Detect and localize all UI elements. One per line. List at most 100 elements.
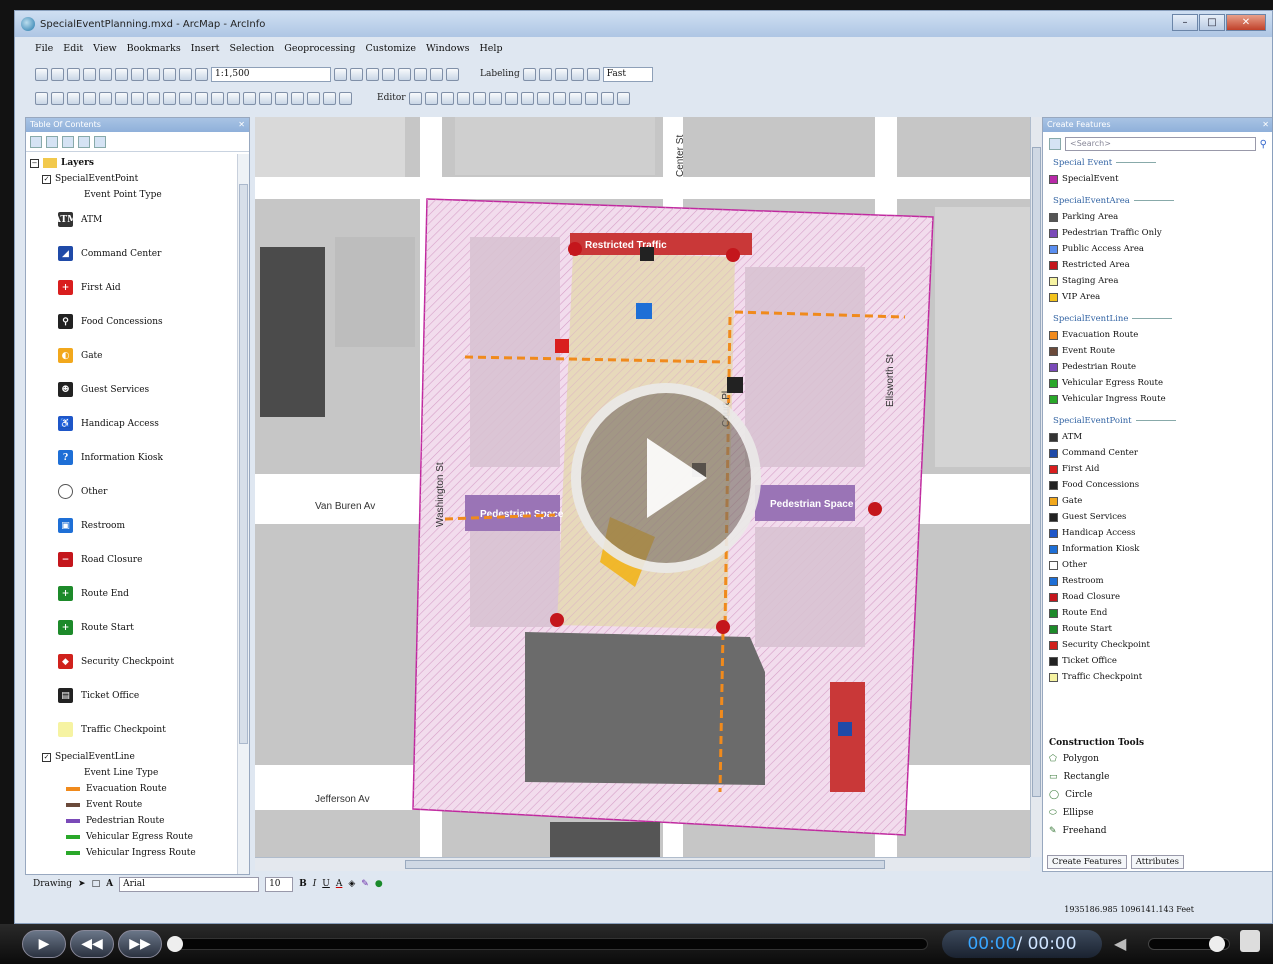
- find-route-icon[interactable]: [291, 91, 304, 105]
- edit-tool-icon[interactable]: [408, 91, 422, 105]
- split-tool-icon[interactable]: [552, 91, 566, 105]
- list-by-drawing-order-icon[interactable]: [30, 135, 42, 148]
- template-item[interactable]: Evacuation Route: [1049, 330, 1138, 340]
- map-vscroll-thumb[interactable]: [1032, 147, 1041, 797]
- paste-icon[interactable]: [131, 67, 144, 81]
- template-item[interactable]: Pedestrian Traffic Only: [1049, 228, 1162, 238]
- forward-extent-icon[interactable]: [147, 91, 160, 105]
- template-item[interactable]: Public Access Area: [1049, 244, 1144, 254]
- python-window-icon[interactable]: [414, 67, 427, 81]
- font-color-icon[interactable]: A: [336, 879, 343, 889]
- template-item[interactable]: Vehicular Ingress Route: [1049, 394, 1166, 404]
- editor-menu[interactable]: Editor: [377, 93, 406, 103]
- labeling-menu[interactable]: Labeling: [480, 69, 520, 79]
- list-by-selection-icon[interactable]: [78, 135, 90, 148]
- cut-icon[interactable]: [99, 67, 112, 81]
- template-item[interactable]: Route End: [1049, 608, 1107, 618]
- tab-create-features[interactable]: Create Features: [1047, 855, 1127, 869]
- find-icon[interactable]: [275, 91, 288, 105]
- edit-vertices-icon[interactable]: [504, 91, 518, 105]
- html-popup-icon[interactable]: [243, 91, 256, 105]
- zoom-out-icon[interactable]: [51, 91, 64, 105]
- template-item[interactable]: Traffic Checkpoint: [1049, 672, 1142, 682]
- menu-selection[interactable]: Selection: [229, 43, 274, 61]
- bold-icon[interactable]: B: [299, 879, 307, 889]
- menu-bookmarks[interactable]: Bookmarks: [127, 43, 181, 61]
- map-scale-dropdown[interactable]: 1:1,500: [211, 66, 331, 82]
- fixed-zoom-in-icon[interactable]: [99, 91, 112, 105]
- reshape-icon[interactable]: [520, 91, 534, 105]
- font-dropdown[interactable]: Arial: [119, 876, 260, 892]
- fullscreen-button[interactable]: [1240, 930, 1260, 952]
- search-window-icon[interactable]: [382, 67, 395, 81]
- map-horizontal-scrollbar[interactable]: [255, 857, 1030, 871]
- template-item[interactable]: Vehicular Egress Route: [1049, 378, 1163, 388]
- fixed-zoom-out-icon[interactable]: [115, 91, 128, 105]
- zoom-in-icon[interactable]: [35, 91, 48, 105]
- editor-toolbar-icon[interactable]: [334, 67, 347, 81]
- catalog-window-icon[interactable]: [366, 67, 379, 81]
- template-item[interactable]: Other: [1049, 560, 1087, 570]
- edit-annotation-icon[interactable]: [424, 91, 438, 105]
- lock-labels-icon[interactable]: [570, 67, 584, 81]
- play-button[interactable]: ▶: [22, 930, 66, 958]
- organize-templates-icon[interactable]: [1049, 138, 1061, 150]
- volume-knob[interactable]: [1209, 936, 1225, 952]
- template-item[interactable]: Food Concessions: [1049, 480, 1139, 490]
- help-icon[interactable]: [446, 67, 459, 81]
- map-vertical-scrollbar[interactable]: [1030, 117, 1042, 857]
- template-item[interactable]: Staging Area: [1049, 276, 1118, 286]
- undo-icon[interactable]: [163, 67, 176, 81]
- save-icon[interactable]: [67, 67, 80, 81]
- menu-windows[interactable]: Windows: [426, 43, 470, 61]
- hyperlink-icon[interactable]: [227, 91, 240, 105]
- select-elements-icon[interactable]: ➤: [78, 879, 86, 889]
- straight-segment-icon[interactable]: [440, 91, 454, 105]
- construction-tool-rectangle[interactable]: ▭ Rectangle: [1049, 772, 1263, 790]
- marker-color-icon[interactable]: ●: [375, 879, 383, 889]
- template-item[interactable]: Security Checkpoint: [1049, 640, 1150, 650]
- rotate-icon[interactable]: [568, 91, 582, 105]
- template-item[interactable]: Information Kiosk: [1049, 544, 1139, 554]
- map-hscroll-thumb[interactable]: [405, 860, 885, 869]
- create-features-icon[interactable]: [616, 91, 630, 105]
- menu-insert[interactable]: Insert: [191, 43, 220, 61]
- line-color-icon[interactable]: ✎: [361, 879, 369, 889]
- pan-icon[interactable]: [67, 91, 80, 105]
- italic-icon[interactable]: I: [313, 879, 317, 889]
- template-item[interactable]: Route Start: [1049, 624, 1112, 634]
- identify-icon[interactable]: [211, 91, 224, 105]
- template-item[interactable]: Restroom: [1049, 576, 1104, 586]
- maximize-button[interactable]: □: [1199, 14, 1225, 31]
- pause-labeling-icon[interactable]: [586, 67, 600, 81]
- list-by-visibility-icon[interactable]: [62, 135, 74, 148]
- select-features-icon[interactable]: [163, 91, 176, 105]
- template-item[interactable]: Gate: [1049, 496, 1082, 506]
- template-item[interactable]: Ticket Office: [1049, 656, 1117, 666]
- list-by-source-icon[interactable]: [46, 135, 58, 148]
- toc-scroll-thumb[interactable]: [239, 184, 248, 744]
- trace-icon[interactable]: [472, 91, 486, 105]
- select-elements-icon[interactable]: [195, 91, 208, 105]
- toc-window-icon[interactable]: [350, 67, 363, 81]
- arctoolbox-icon[interactable]: [398, 67, 411, 81]
- new-document-icon[interactable]: [35, 67, 48, 81]
- progress-knob[interactable]: [167, 936, 183, 952]
- measure-icon[interactable]: [259, 91, 272, 105]
- search-icon[interactable]: ⚲: [1260, 139, 1267, 150]
- menu-help[interactable]: Help: [480, 43, 503, 61]
- close-button[interactable]: ✕: [1226, 14, 1266, 31]
- template-item[interactable]: Handicap Access: [1049, 528, 1136, 538]
- construction-tool-freehand[interactable]: ✎ Freehand: [1049, 826, 1263, 844]
- open-icon[interactable]: [51, 67, 64, 81]
- sketch-properties-icon[interactable]: [600, 91, 614, 105]
- template-item[interactable]: Parking Area: [1049, 212, 1118, 222]
- volume-icon[interactable]: ◀: [1114, 934, 1126, 953]
- collapse-icon[interactable]: −: [30, 158, 39, 168]
- font-size-dropdown[interactable]: 10: [265, 876, 294, 892]
- volume-slider[interactable]: [1148, 936, 1230, 952]
- menu-file[interactable]: File: [35, 43, 53, 61]
- minimize-button[interactable]: –: [1172, 14, 1198, 31]
- label-priority-icon[interactable]: [538, 67, 552, 81]
- back-extent-icon[interactable]: [131, 91, 144, 105]
